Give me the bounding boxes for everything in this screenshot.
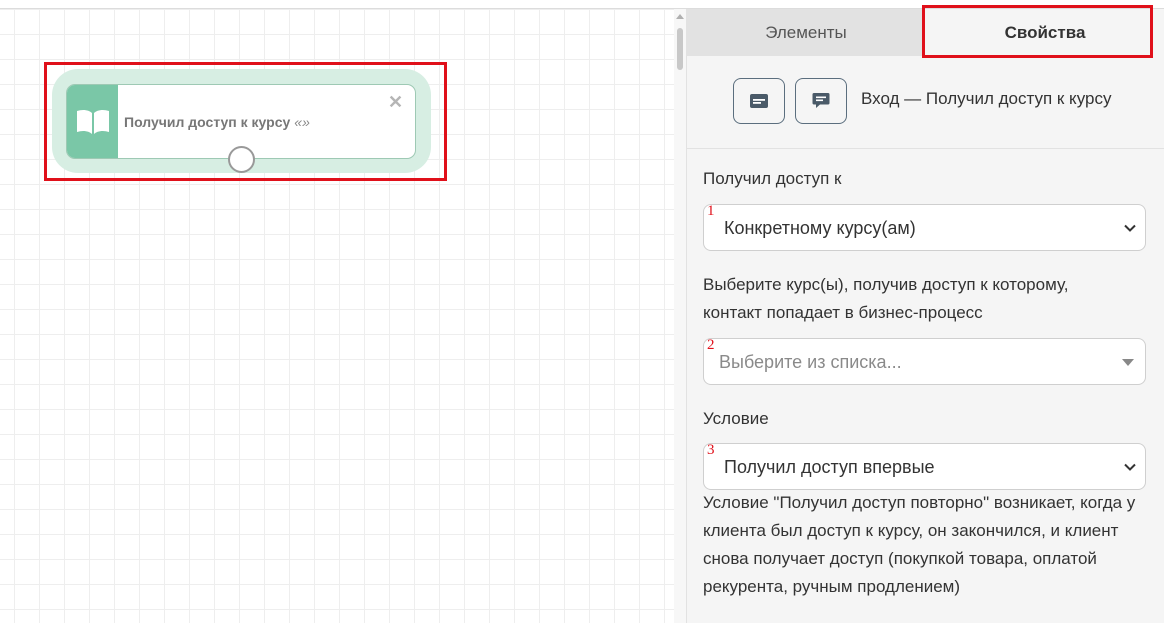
comment-button[interactable]: [795, 78, 847, 124]
scroll-thumb[interactable]: [677, 28, 683, 70]
access-label: Получил доступ к: [703, 169, 842, 188]
courses-select-placeholder: Выберите из списка...: [719, 352, 902, 372]
condition-note: Условие "Получил доступ повторно" возник…: [703, 493, 1136, 596]
marker-3: 3: [707, 442, 715, 458]
caret-down-icon: [1122, 359, 1134, 366]
properties-panel: Элементы Свойства Вход — Получил доступ …: [686, 9, 1164, 623]
tab-elements[interactable]: Элементы: [687, 9, 925, 56]
marker-1: 1: [707, 203, 715, 219]
condition-label: Условие: [703, 409, 769, 428]
card-icon: [750, 94, 768, 108]
condition-select-value: Получил доступ впервые: [724, 457, 935, 477]
access-select[interactable]: 1 Конкретному курсу(ам): [703, 203, 1146, 251]
access-select-value: Конкретному курсу(ам): [724, 218, 916, 238]
chevron-down-icon: [1124, 224, 1136, 232]
condition-select[interactable]: 3 Получил доступ впервые: [703, 442, 1146, 490]
tab-highlight-frame: [922, 5, 1153, 58]
app-root: Получил доступ к курсу «» ✕ Элементы Свой…: [0, 0, 1164, 623]
courses-select[interactable]: 2 Выберите из списка...: [703, 337, 1146, 385]
canvas-scrollbar[interactable]: [674, 9, 686, 623]
element-header: Вход — Получил доступ к курсу: [687, 56, 1164, 149]
courses-label: Выберите курс(ы), получив доступ к котор…: [703, 271, 1068, 327]
comment-icon: [812, 93, 830, 108]
chevron-down-icon: [1124, 463, 1136, 471]
element-title: Вход — Получил доступ к курсу: [861, 89, 1112, 108]
marker-2: 2: [707, 337, 715, 353]
node-highlight-frame: [44, 62, 447, 181]
card-button[interactable]: [733, 78, 785, 124]
courses-label-line2: контакт попадает в бизнес-процесс: [703, 303, 983, 322]
scroll-up-icon[interactable]: [676, 14, 684, 19]
courses-label-line1: Выберите курс(ы), получив доступ к котор…: [703, 275, 1069, 294]
